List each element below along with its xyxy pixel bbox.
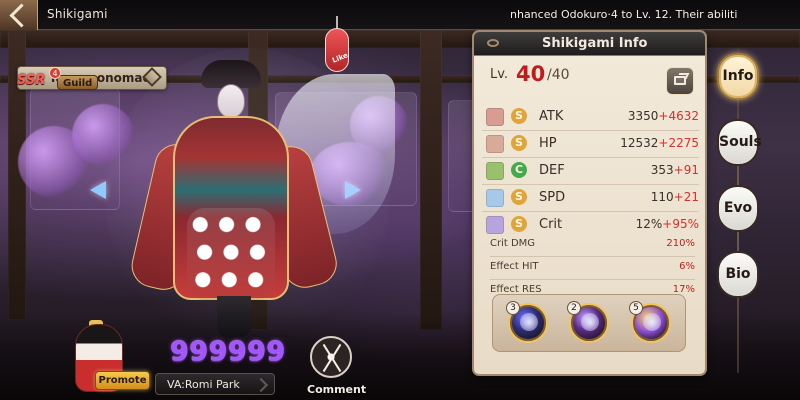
stat-grade-badge: S	[511, 135, 527, 151]
stat-grade-badge: C	[511, 162, 527, 178]
shikigami-character-art	[125, 56, 395, 344]
voice-actor-button[interactable]: VA:Romi Park	[155, 373, 275, 395]
voice-icon	[253, 377, 269, 393]
skills-bar: 3 2 5	[492, 294, 686, 352]
guild-notification-badge: 4	[49, 67, 61, 79]
spd-icon	[486, 189, 504, 207]
stat-value: 110+21	[651, 190, 699, 204]
stat-label: HP	[539, 136, 557, 151]
def-icon	[486, 162, 504, 180]
stat-label: ATK	[539, 109, 564, 124]
panel-eye-icon	[487, 39, 499, 47]
crit-icon	[486, 216, 504, 234]
secondary-stat-value: 210%	[666, 238, 695, 249]
comment-icon	[310, 336, 352, 378]
score-value: 999999	[170, 336, 286, 367]
stat-value: 12532+2275	[620, 136, 699, 150]
stat-base-value: 353	[650, 163, 674, 177]
skill-cost-badge: 3	[506, 301, 520, 315]
stat-bonus-value: +95%	[662, 217, 699, 231]
stat-bonus-value: +91	[673, 163, 699, 177]
hp-icon	[486, 135, 504, 153]
skill-cost-badge: 2	[567, 301, 581, 315]
secondary-stat-label: Crit DMG	[490, 238, 536, 249]
stat-row-def: C DEF 353+91	[482, 157, 699, 184]
back-arrow-icon	[8, 2, 34, 28]
stat-base-value: 12532	[620, 136, 659, 150]
promote-button[interactable]: Promote	[95, 371, 150, 390]
stat-row-hp: S HP 12532+2275	[482, 130, 699, 157]
stat-base-value: 3350	[627, 109, 659, 123]
page-title: Shikigami	[47, 7, 108, 21]
legs-art	[217, 296, 251, 338]
secondary-stat-label: Effect HIT	[490, 261, 539, 272]
face-art	[217, 84, 245, 118]
primary-stats-list: S ATK 3350+4632 S HP 12532+2275 C DEF 35…	[482, 104, 699, 238]
tab-bio[interactable]: Bio	[717, 251, 759, 298]
level-up-button[interactable]	[666, 67, 694, 95]
stat-bonus-value: +4632	[658, 109, 699, 123]
stat-row-spd: S SPD 110+21	[482, 184, 699, 211]
news-ticker: nhanced Odokuro·4 to Lv. 12. Their abili…	[510, 8, 738, 21]
side-tabs: Info Souls Evo Bio	[717, 53, 762, 317]
fox-masks-art	[187, 208, 275, 300]
game-screen: Shikigami nhanced Odokuro·4 to Lv. 12. T…	[0, 0, 800, 400]
promote-area: Promote	[55, 320, 150, 400]
stat-value: 353+91	[651, 163, 699, 177]
stat-label: Crit	[539, 217, 563, 232]
stat-label: DEF	[539, 163, 565, 178]
secondary-stat-value: 6%	[679, 261, 695, 272]
atk-icon	[486, 108, 504, 126]
stat-base-value: 110	[650, 190, 674, 204]
stat-label: SPD	[539, 190, 566, 205]
stat-bonus-value: +21	[673, 190, 699, 204]
stat-row-atk: S ATK 3350+4632	[482, 104, 699, 130]
stat-grade-badge: S	[511, 189, 527, 205]
level-label: Lv.	[490, 67, 509, 82]
stat-grade-badge: S	[511, 216, 527, 232]
secondary-stat-row: Effect HIT 6%	[490, 256, 695, 279]
previous-shikigami-arrow[interactable]	[90, 181, 106, 199]
pillar-right	[420, 30, 442, 330]
stat-grade-badge: S	[511, 108, 527, 124]
top-bar: Shikigami nhanced Odokuro·4 to Lv. 12. T…	[0, 0, 800, 30]
tab-evo[interactable]: Evo	[717, 185, 759, 232]
tab-info[interactable]: Info	[717, 53, 759, 100]
skill-button[interactable]: 3	[506, 301, 548, 343]
comment-button[interactable]: Comment	[300, 336, 368, 400]
level-max: /40	[547, 67, 570, 83]
voice-actor-label: VA:Romi Park	[167, 378, 240, 391]
stat-base-value: 12%	[635, 217, 663, 231]
stat-bonus-value: +2275	[658, 136, 699, 150]
back-button[interactable]	[0, 0, 38, 30]
lantern-cord-icon	[336, 16, 338, 28]
skill-cost-badge: 5	[629, 301, 643, 315]
skill-button[interactable]: 5	[629, 301, 671, 343]
panel-title: Shikigami Info	[542, 36, 648, 51]
shikigami-info-panel: Shikigami Info Lv. 40 /40 S ATK 3350+463…	[472, 30, 707, 376]
guild-button[interactable]: Guild	[57, 75, 99, 90]
comment-label: Comment	[307, 383, 367, 396]
tab-souls[interactable]: Souls	[717, 119, 762, 166]
secondary-stat-row: Crit DMG 210%	[490, 234, 695, 256]
stat-value: 12%+95%	[636, 217, 699, 231]
rarity-badge: SSR	[17, 73, 46, 88]
level-current: 40	[516, 62, 546, 86]
skill-button[interactable]: 2	[567, 301, 609, 343]
secondary-stats-list: Crit DMG 210% Effect HIT 6% Effect RES 1…	[490, 234, 695, 302]
panel-header: Shikigami Info	[474, 32, 705, 56]
stat-value: 3350+4632	[628, 109, 699, 123]
